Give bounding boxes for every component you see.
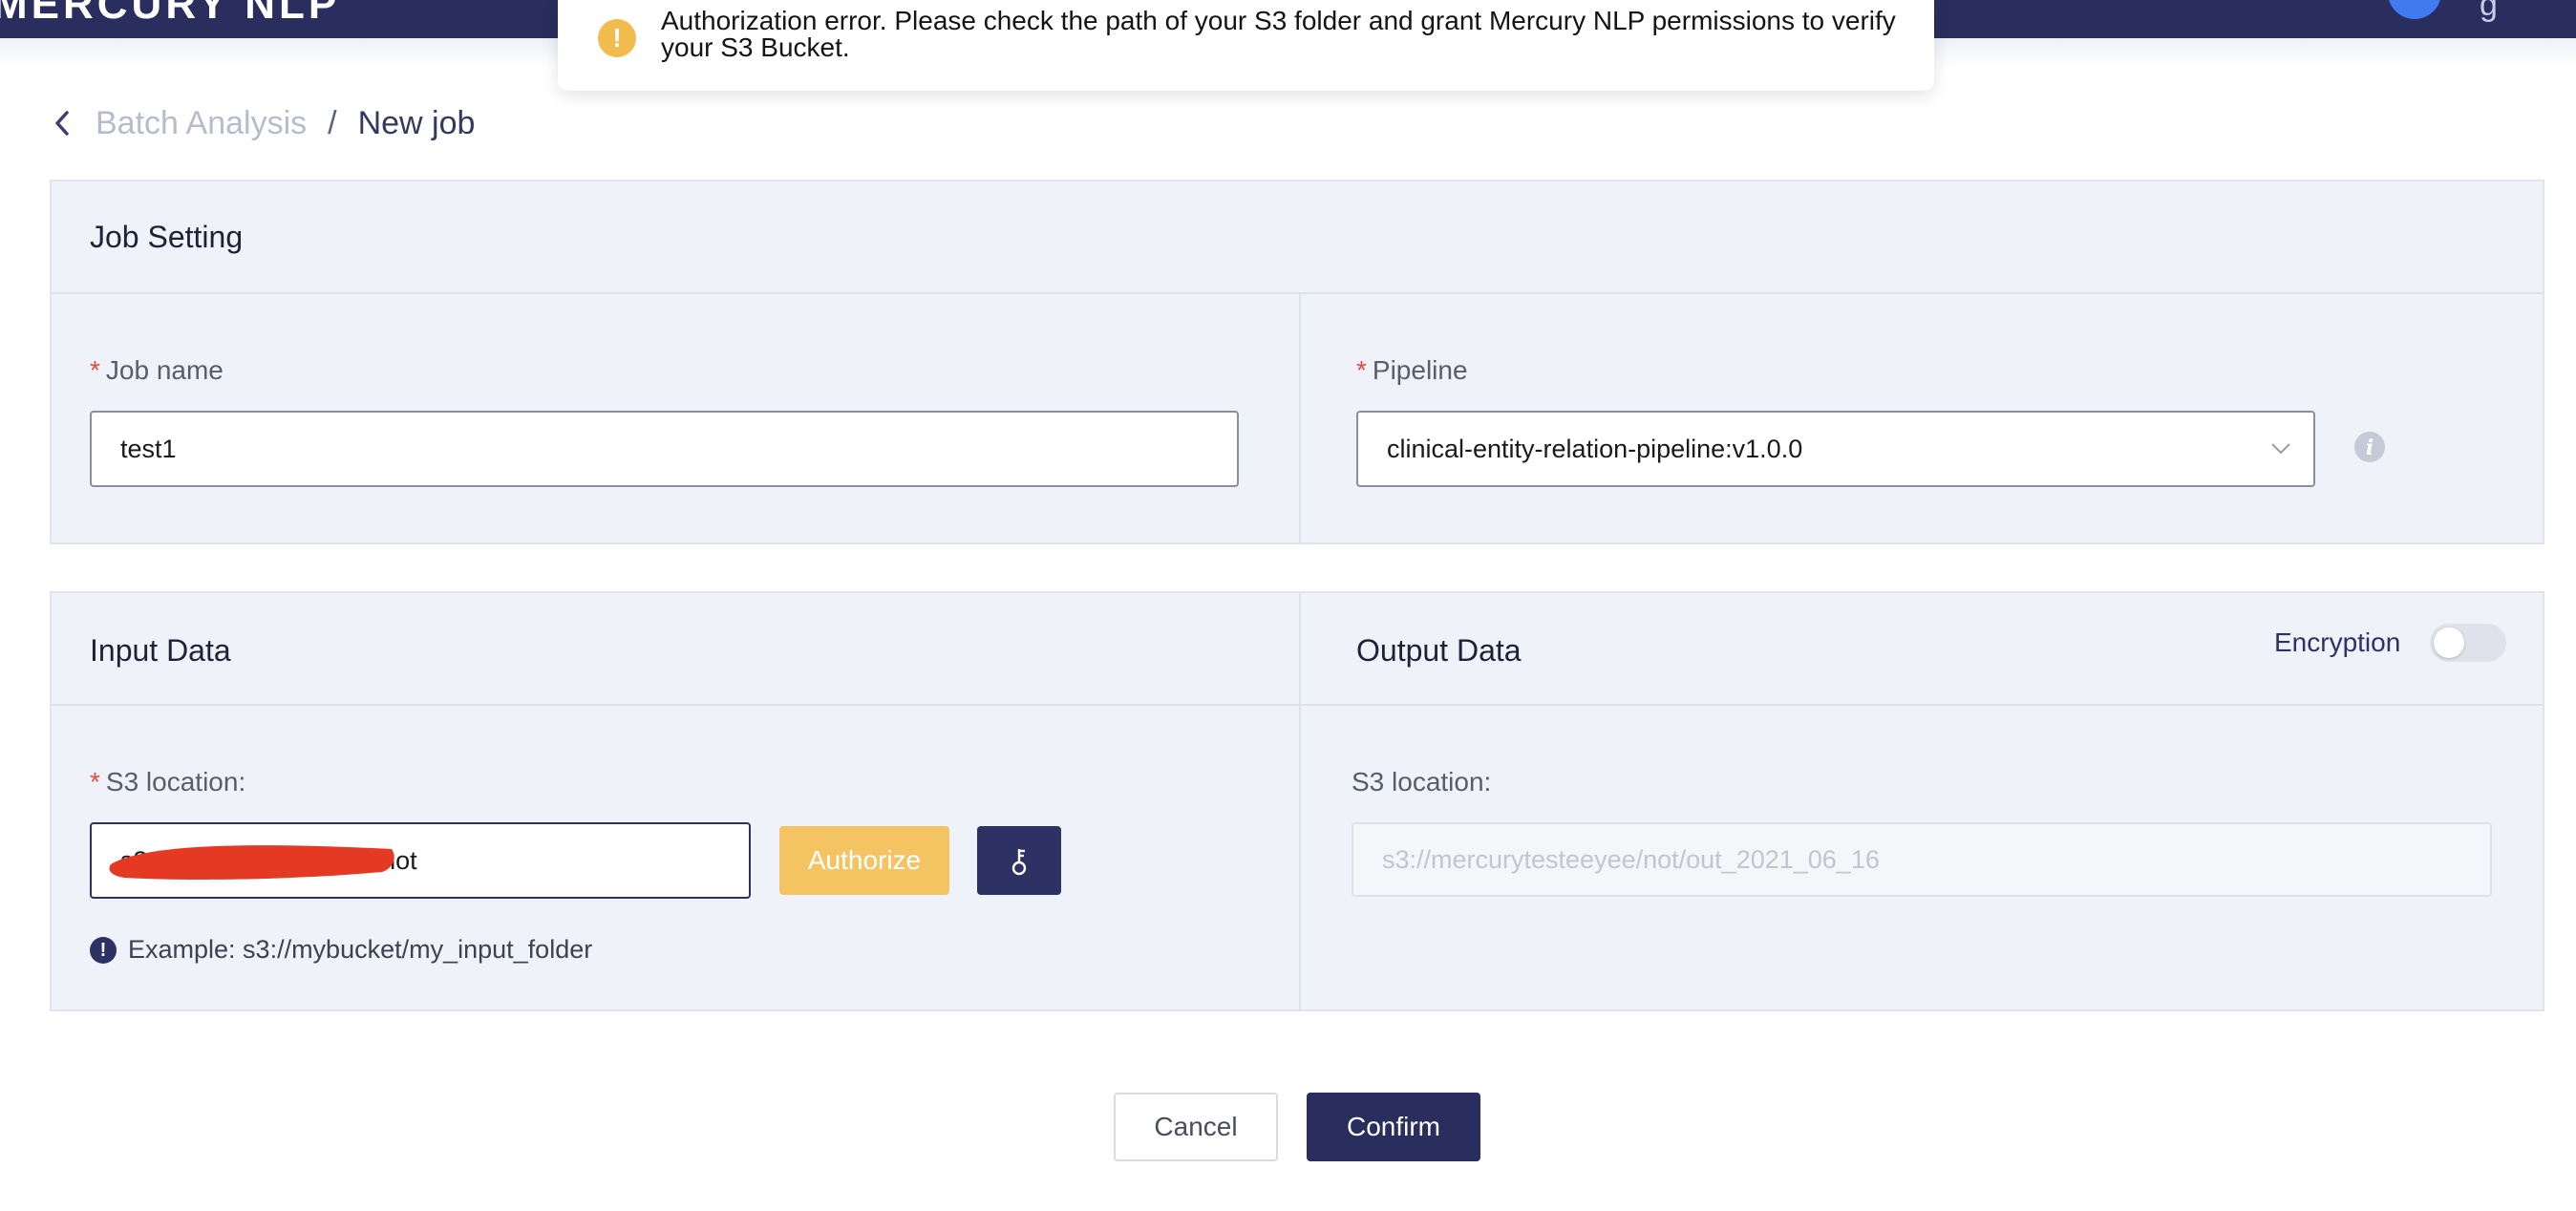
pipeline-label: * Pipeline xyxy=(1356,355,1468,385)
chevron-left-icon[interactable] xyxy=(52,109,73,138)
toast-message: Authorization error. Please check the pa… xyxy=(661,6,1896,62)
user-name[interactable]: g xyxy=(2480,0,2498,24)
job-setting-panel: Job Setting * Job name test1 * Pipeline cl… xyxy=(50,180,2544,544)
encryption-toggle[interactable] xyxy=(2430,624,2506,662)
job-name-label: * Job name xyxy=(90,355,224,385)
job-name-input[interactable]: test1 xyxy=(90,411,1239,487)
warning-icon: ! xyxy=(598,19,636,57)
pipeline-select[interactable]: clinical-entity-relation-pipeline:v1.0.0 xyxy=(1356,411,2315,487)
data-panel: Input Data Output Data Encryption * S3 lo… xyxy=(50,591,2544,1011)
job-setting-header: Job Setting xyxy=(52,181,2543,294)
cancel-button[interactable]: Cancel xyxy=(1114,1093,1278,1161)
required-marker: * xyxy=(1356,355,1367,385)
input-hint: ! Example: s3://mybucket/my_input_folder xyxy=(90,935,592,965)
avatar[interactable] xyxy=(2388,0,2441,19)
input-s3-label: * S3 location: xyxy=(90,767,246,797)
breadcrumb: Batch Analysis / New job xyxy=(52,100,475,146)
info-icon[interactable]: i xyxy=(2353,431,2386,463)
input-data-title: Input Data xyxy=(90,633,231,668)
brand-logo: MERCURY NLP xyxy=(0,0,341,28)
authorize-button[interactable]: Authorize xyxy=(779,826,949,895)
pipeline-selected-value: clinical-entity-relation-pipeline:v1.0.0 xyxy=(1387,435,1803,463)
svg-text:i: i xyxy=(2366,436,2374,460)
output-data-title: Output Data xyxy=(1356,633,1522,668)
job-setting-title: Job Setting xyxy=(90,220,244,254)
breadcrumb-separator: / xyxy=(328,104,337,141)
redaction-mark xyxy=(109,845,394,880)
toggle-knob xyxy=(2434,627,2464,658)
output-s3-field: s3://mercurytesteeyee/not/out_2021_06_16 xyxy=(1352,822,2492,897)
required-marker: * xyxy=(90,355,100,385)
breadcrumb-parent-link[interactable]: Batch Analysis xyxy=(96,105,307,142)
required-marker: * xyxy=(90,767,100,797)
error-toast: ! Authorization error. Please check the … xyxy=(558,0,1934,91)
column-divider xyxy=(1299,593,1301,1011)
data-panel-header: Input Data Output Data Encryption xyxy=(52,593,2543,706)
confirm-button[interactable]: Confirm xyxy=(1307,1093,1480,1161)
key-icon xyxy=(1011,849,1027,876)
output-s3-label: S3 location: xyxy=(1352,767,1492,797)
encryption-label: Encryption xyxy=(2274,627,2401,657)
exclamation-icon: ! xyxy=(90,936,117,964)
chevron-down-icon xyxy=(2271,443,2290,455)
breadcrumb-current: New job xyxy=(357,104,476,141)
key-button[interactable] xyxy=(977,826,1061,895)
column-divider xyxy=(1299,294,1301,544)
